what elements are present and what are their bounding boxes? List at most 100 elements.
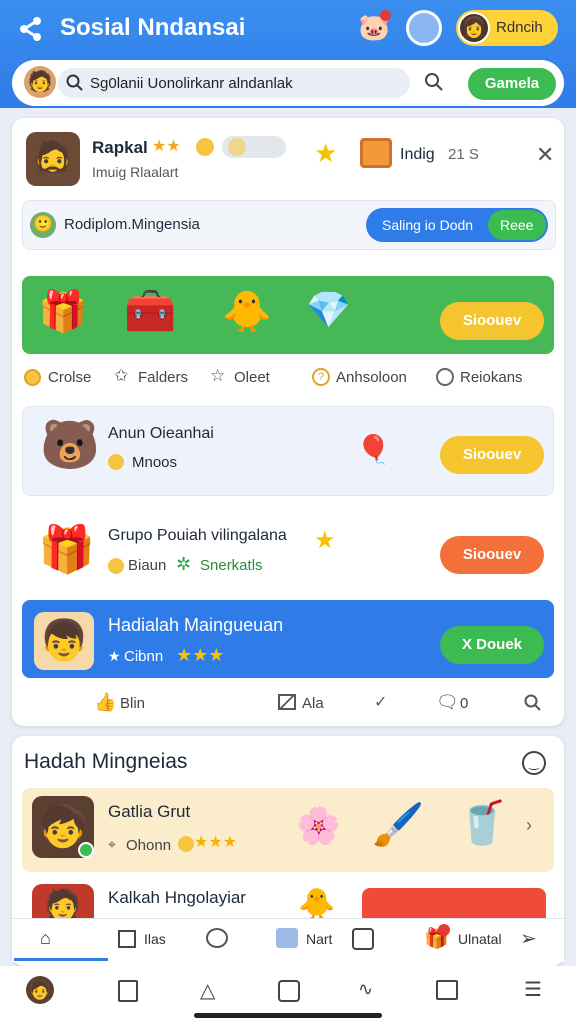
tab-indicator <box>14 958 108 961</box>
tab-label[interactable]: Nart <box>306 931 332 947</box>
profile-name: Rdncih <box>496 19 543 36</box>
coin-icon <box>108 558 124 574</box>
close-icon[interactable]: ✕ <box>536 142 554 168</box>
copy-icon[interactable] <box>352 928 374 950</box>
avatar: 🧑 <box>24 66 56 98</box>
row-button[interactable]: X Douek <box>440 626 544 664</box>
coin-icon[interactable] <box>24 369 41 386</box>
row-title: Anun Oieanhai <box>108 425 214 442</box>
send-icon[interactable]: ➢ <box>520 926 537 951</box>
notice-text: Rodiplom.Mingensia <box>64 216 200 233</box>
row-title: Hadialah Maingueuan <box>108 615 284 635</box>
search-icon <box>66 74 84 92</box>
post-sub: Imuig Rlaalart <box>92 164 179 180</box>
crystal-icon: 💎 <box>306 289 351 330</box>
card-footer-label[interactable]: 0 <box>460 695 468 712</box>
star-outline-icon[interactable]: ☆ <box>210 366 225 386</box>
chevron-right-icon[interactable]: › <box>526 815 532 836</box>
card-footer-label[interactable]: Ala <box>302 695 324 712</box>
toggle-left-label: Saling io Dodn <box>382 217 474 233</box>
coin-icon <box>178 836 194 852</box>
question-icon[interactable]: ? <box>312 368 330 386</box>
avatar: 🙂 <box>30 212 56 238</box>
status-circle-icon[interactable] <box>406 10 442 46</box>
coin-icon <box>228 138 246 156</box>
comment-icon[interactable]: 🗨 <box>436 692 459 713</box>
row-title: Grupo Pouiah vilingalana <box>108 527 287 544</box>
picture-icon <box>360 138 392 168</box>
tab-label[interactable]: Ilas <box>144 931 166 947</box>
tab-label[interactable]: Ulnatal <box>458 931 502 947</box>
avatar[interactable]: 🧑 <box>26 976 54 1004</box>
chick-icon: 🐥 <box>222 290 272 334</box>
record-icon[interactable] <box>278 980 300 1002</box>
edit-icon[interactable] <box>278 694 296 710</box>
rating-stars: ★★ <box>152 138 181 155</box>
star-icon: ★ <box>314 138 338 168</box>
avatar: 👦 <box>34 612 94 670</box>
follow-icon[interactable]: ✩ <box>114 366 128 386</box>
bear-mascot-icon: 🐻 <box>40 419 100 472</box>
flower-icon: 🌸 <box>296 805 341 846</box>
row-button[interactable]: Sioouev <box>440 436 544 474</box>
row-button[interactable]: Sioouev <box>440 536 544 574</box>
action-label[interactable]: Reiokans <box>460 369 523 386</box>
gift-icon: 🎁 <box>38 290 88 334</box>
drink-icon: 🥤 <box>456 799 509 846</box>
location-icon: ⌖ <box>108 836 116 852</box>
toggle-right-label: Reee <box>500 217 534 233</box>
post-user-name: Rapkal <box>92 138 148 157</box>
smile-icon[interactable]: ‿ <box>522 751 546 775</box>
item-title: Kalkah Hngolayiar <box>108 888 246 907</box>
coin-icon <box>196 138 214 156</box>
row-sub: Biaun <box>128 557 167 574</box>
check-icon[interactable]: ✓ <box>374 692 387 712</box>
card-footer-label[interactable]: Blin <box>120 695 145 712</box>
rating-stars: ★★★ <box>176 645 225 665</box>
promo-strip <box>362 888 546 922</box>
action-label[interactable]: Anhsoloon <box>336 369 407 386</box>
app-title: Sosial Nndansai <box>60 14 246 41</box>
avatar: 🧔 <box>26 132 80 186</box>
row-sub: Mnoos <box>132 454 178 471</box>
promo-button[interactable]: Sioouev <box>440 302 544 340</box>
brush-icon: 🖌️ <box>372 801 425 848</box>
post-count: 21 S <box>448 146 479 163</box>
row-sub: Snerkatls <box>200 557 263 574</box>
share-icon[interactable] <box>16 14 46 44</box>
notification-badge <box>380 10 391 21</box>
triangle-icon[interactable]: △ <box>200 978 215 1003</box>
search-submit-icon[interactable] <box>424 72 444 92</box>
search-button[interactable]: Gamela <box>468 68 556 100</box>
photo-icon[interactable] <box>276 928 298 948</box>
verified-badge <box>78 842 94 858</box>
rating-stars: ★★★ <box>194 834 238 851</box>
action-label[interactable]: Oleet <box>234 369 270 386</box>
search-icon[interactable] <box>524 694 542 712</box>
avatar: 👩 <box>458 12 490 44</box>
wave-icon[interactable]: ∿ <box>358 979 373 1000</box>
like-icon[interactable]: 👍 <box>94 692 116 713</box>
post-location: Indig <box>400 146 435 163</box>
chick-icon: 🐥 <box>298 888 336 921</box>
section-title: Hadah Mingneias <box>24 750 188 773</box>
action-label[interactable]: Crolse <box>48 369 91 386</box>
menu-icon[interactable]: ☰ <box>524 977 542 1002</box>
gift-box-icon: 🎁 <box>38 523 96 575</box>
action-label[interactable]: Falders <box>138 369 188 386</box>
star-icon: ★ <box>314 527 336 554</box>
chat-icon[interactable] <box>206 928 228 948</box>
home-icon[interactable]: ⌂ <box>40 928 51 949</box>
item-title: Gatlia Grut <box>108 802 191 821</box>
row-sub: Cibnn <box>124 648 164 665</box>
gallery-icon[interactable] <box>436 980 458 1000</box>
balloon-icon: 🎈 <box>356 434 391 465</box>
coin-icon <box>108 454 124 470</box>
star-small-icon: ★ <box>108 648 121 664</box>
home-indicator <box>194 1013 382 1018</box>
document-icon[interactable] <box>118 980 138 1002</box>
list-icon[interactable] <box>118 930 136 948</box>
item-sub: Ohonn <box>126 837 172 854</box>
notification-badge <box>438 924 450 936</box>
clock-icon[interactable] <box>436 368 454 386</box>
